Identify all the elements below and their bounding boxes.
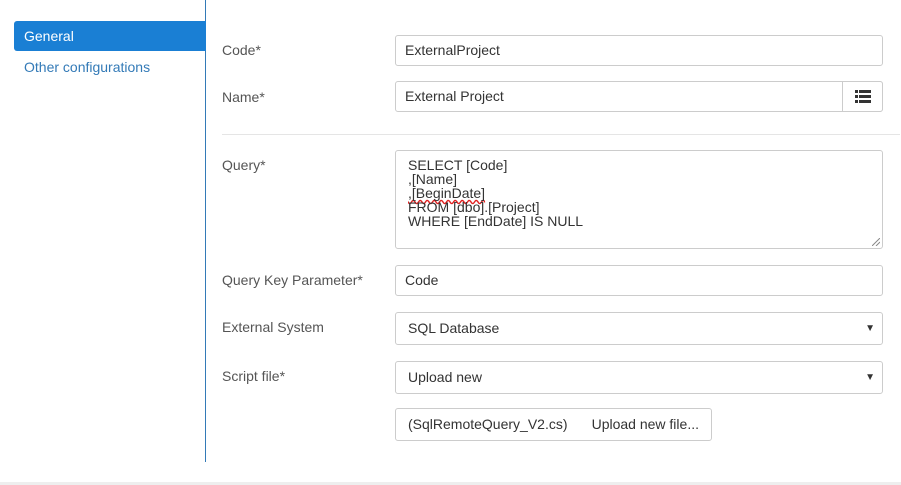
sidebar: General Other configurations xyxy=(0,0,206,462)
resize-grip-icon[interactable] xyxy=(872,238,880,246)
query-line: ,[BeginDate] xyxy=(408,185,486,201)
query-textarea[interactable]: SELECT [Code] ,[Name] ,[BeginDate] FROM … xyxy=(395,150,883,249)
external-system-value: SQL Database xyxy=(408,320,500,336)
list-icon xyxy=(854,90,871,103)
name-list-button[interactable] xyxy=(842,81,883,112)
name-input-value: External Project xyxy=(405,88,504,104)
section-divider xyxy=(222,134,900,135)
query-key-input[interactable]: Code xyxy=(395,265,883,296)
code-label: Code* xyxy=(222,42,261,58)
script-file-label: Script file* xyxy=(222,368,286,384)
dropdown-caret-icon: ▼ xyxy=(865,372,875,383)
name-label: Name* xyxy=(222,89,265,105)
query-line: SELECT [Code] xyxy=(408,157,508,173)
dropdown-caret-icon: ▼ xyxy=(865,323,875,334)
query-line: ,[Name] xyxy=(408,171,458,187)
external-system-select[interactable]: SQL Database ▼ xyxy=(395,312,883,345)
name-input[interactable]: External Project xyxy=(395,81,883,112)
current-file-name: (SqlRemoteQuery_V2.cs) xyxy=(408,416,568,432)
external-system-label: External System xyxy=(222,319,324,335)
upload-button-label: Upload new file... xyxy=(591,416,699,432)
query-label: Query* xyxy=(222,157,266,173)
code-input[interactable]: ExternalProject xyxy=(395,35,883,66)
sidebar-item-general[interactable]: General xyxy=(14,21,206,51)
query-line: FROM [dbo].[Project] xyxy=(408,199,540,215)
upload-file-button[interactable]: (SqlRemoteQuery_V2.cs) Upload new file..… xyxy=(395,408,712,441)
query-key-label: Query Key Parameter* xyxy=(222,272,363,288)
query-line: WHERE [EndDate] IS NULL xyxy=(408,213,584,229)
script-file-value: Upload new xyxy=(408,369,482,385)
sidebar-item-other-configurations[interactable]: Other configurations xyxy=(14,52,206,82)
script-file-select[interactable]: Upload new ▼ xyxy=(395,361,883,394)
